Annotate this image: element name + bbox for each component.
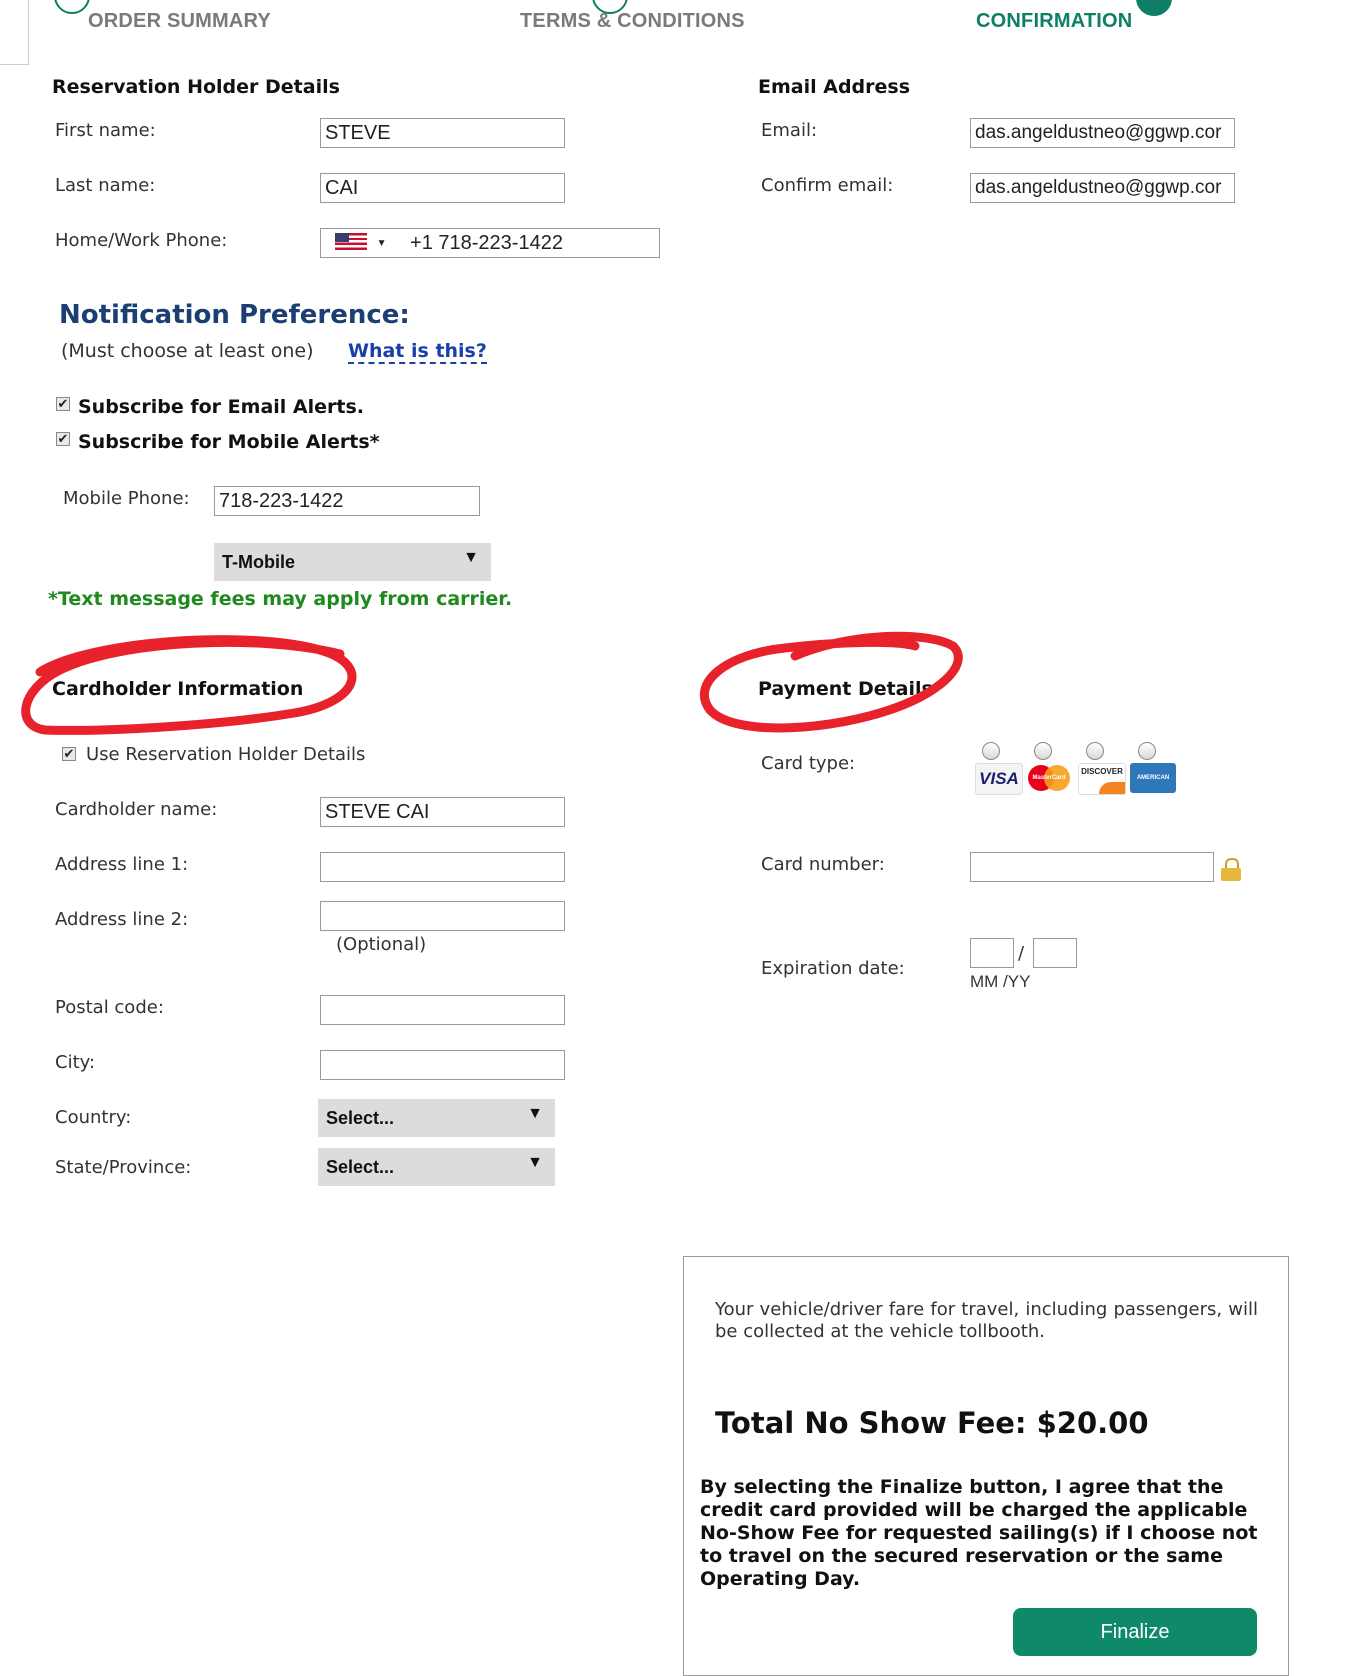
step-check-icon <box>54 0 90 14</box>
confirm-email-label: Confirm email: <box>761 175 894 196</box>
phone-field[interactable]: ▼ +1 718-223-1422 <box>320 228 660 258</box>
mastercard-card-icon: MasterCard <box>1026 763 1072 793</box>
lock-icon <box>1221 858 1241 882</box>
step-order-summary[interactable]: ORDER SUMMARY <box>88 10 271 33</box>
card-type-label: Card type: <box>761 753 856 774</box>
mobile-alerts-label: Subscribe for Mobile Alerts* <box>78 431 380 453</box>
expiry-year-field[interactable] <box>1033 938 1077 968</box>
expiry-slash: / <box>1018 943 1025 964</box>
chevron-down-icon[interactable]: ▼ <box>377 238 387 249</box>
what-is-this-link[interactable]: What is this? <box>348 340 487 364</box>
dropdown-arrow-icon: ▼ <box>527 1154 543 1171</box>
confirm-email-field[interactable]: das.angeldustneo@ggwp.cor <box>970 173 1235 203</box>
country-label: Country: <box>55 1107 132 1128</box>
first-name-field[interactable]: STEVE <box>320 118 565 148</box>
state-value: Select... <box>326 1157 395 1177</box>
city-label: City: <box>55 1052 96 1073</box>
mobile-phone-label: Mobile Phone: <box>63 488 190 509</box>
amex-card-icon: AMERICAN EXPRESS <box>1130 763 1176 811</box>
phone-label: Home/Work Phone: <box>55 230 228 251</box>
card-number-field[interactable] <box>970 852 1214 882</box>
state-label: State/Province: <box>55 1157 192 1178</box>
annotation-circle-cardholder <box>21 635 357 735</box>
mobile-phone-field[interactable]: 718-223-1422 <box>214 486 480 516</box>
cardholder-name-field[interactable]: STEVE CAI <box>320 797 565 827</box>
visa-card-icon: VISA <box>975 763 1023 795</box>
mastercard-radio[interactable] <box>1034 742 1052 760</box>
finalize-button[interactable]: Finalize <box>1013 1608 1257 1656</box>
country-select[interactable]: Select... ▼ <box>318 1099 555 1137</box>
text-fees-note: *Text message fees may apply from carrie… <box>48 588 513 610</box>
notification-title: Notification Preference: <box>59 300 410 330</box>
last-name-field[interactable]: CAI <box>320 173 565 203</box>
discover-card-icon: DISCOVER <box>1078 763 1126 795</box>
optional-hint: (Optional) <box>336 934 427 955</box>
dropdown-arrow-icon: ▼ <box>527 1105 543 1122</box>
expiration-date-label: Expiration date: <box>761 958 905 979</box>
carrier-select[interactable]: T-Mobile ▼ <box>214 543 491 581</box>
email-alerts-label: Subscribe for Email Alerts. <box>78 396 364 418</box>
agreement-text: By selecting the Finalize button, I agre… <box>700 1476 1258 1590</box>
expiry-format-hint: MM /YY <box>970 972 1031 991</box>
email-label: Email: <box>761 120 818 141</box>
address-line-2-label: Address line 2: <box>55 909 189 930</box>
left-panel-border <box>0 0 29 65</box>
email-address-title: Email Address <box>758 76 911 98</box>
card-number-label: Card number: <box>761 854 885 875</box>
total-no-show-fee: Total No Show Fee: $20.00 <box>715 1406 1149 1440</box>
reservation-holder-title: Reservation Holder Details <box>52 76 340 98</box>
cardholder-name-label: Cardholder name: <box>55 799 218 820</box>
email-field[interactable]: das.angeldustneo@ggwp.cor <box>970 118 1235 148</box>
expiry-month-field[interactable] <box>970 938 1014 968</box>
dropdown-arrow-icon: ▼ <box>463 549 479 566</box>
address-line-1-field[interactable] <box>320 852 565 882</box>
address-line-2-field[interactable] <box>320 901 565 931</box>
fare-note: Your vehicle/driver fare for travel, inc… <box>715 1299 1258 1342</box>
annotation-circle-payment <box>699 631 963 733</box>
visa-radio[interactable] <box>982 742 1000 760</box>
step-number-icon <box>1136 0 1172 16</box>
amex-radio[interactable] <box>1138 742 1156 760</box>
country-value: Select... <box>326 1108 395 1128</box>
last-name-label: Last name: <box>55 175 156 196</box>
step-confirmation: CONFIRMATION <box>976 10 1133 32</box>
postal-code-label: Postal code: <box>55 997 164 1018</box>
first-name-label: First name: <box>55 120 156 141</box>
us-flag-icon[interactable] <box>335 233 367 251</box>
city-field[interactable] <box>320 1050 565 1080</box>
address-line-1-label: Address line 1: <box>55 854 189 875</box>
carrier-value: T-Mobile <box>222 552 295 572</box>
postal-code-field[interactable] <box>320 995 565 1025</box>
notification-note: (Must choose at least one) <box>61 340 314 362</box>
mobile-alerts-checkbox[interactable]: ✔ <box>56 432 70 446</box>
state-select[interactable]: Select... ▼ <box>318 1148 555 1186</box>
email-alerts-checkbox[interactable]: ✔ <box>56 397 70 411</box>
phone-value: +1 718-223-1422 <box>410 232 563 254</box>
step-terms[interactable]: TERMS & CONDITIONS <box>520 10 745 33</box>
